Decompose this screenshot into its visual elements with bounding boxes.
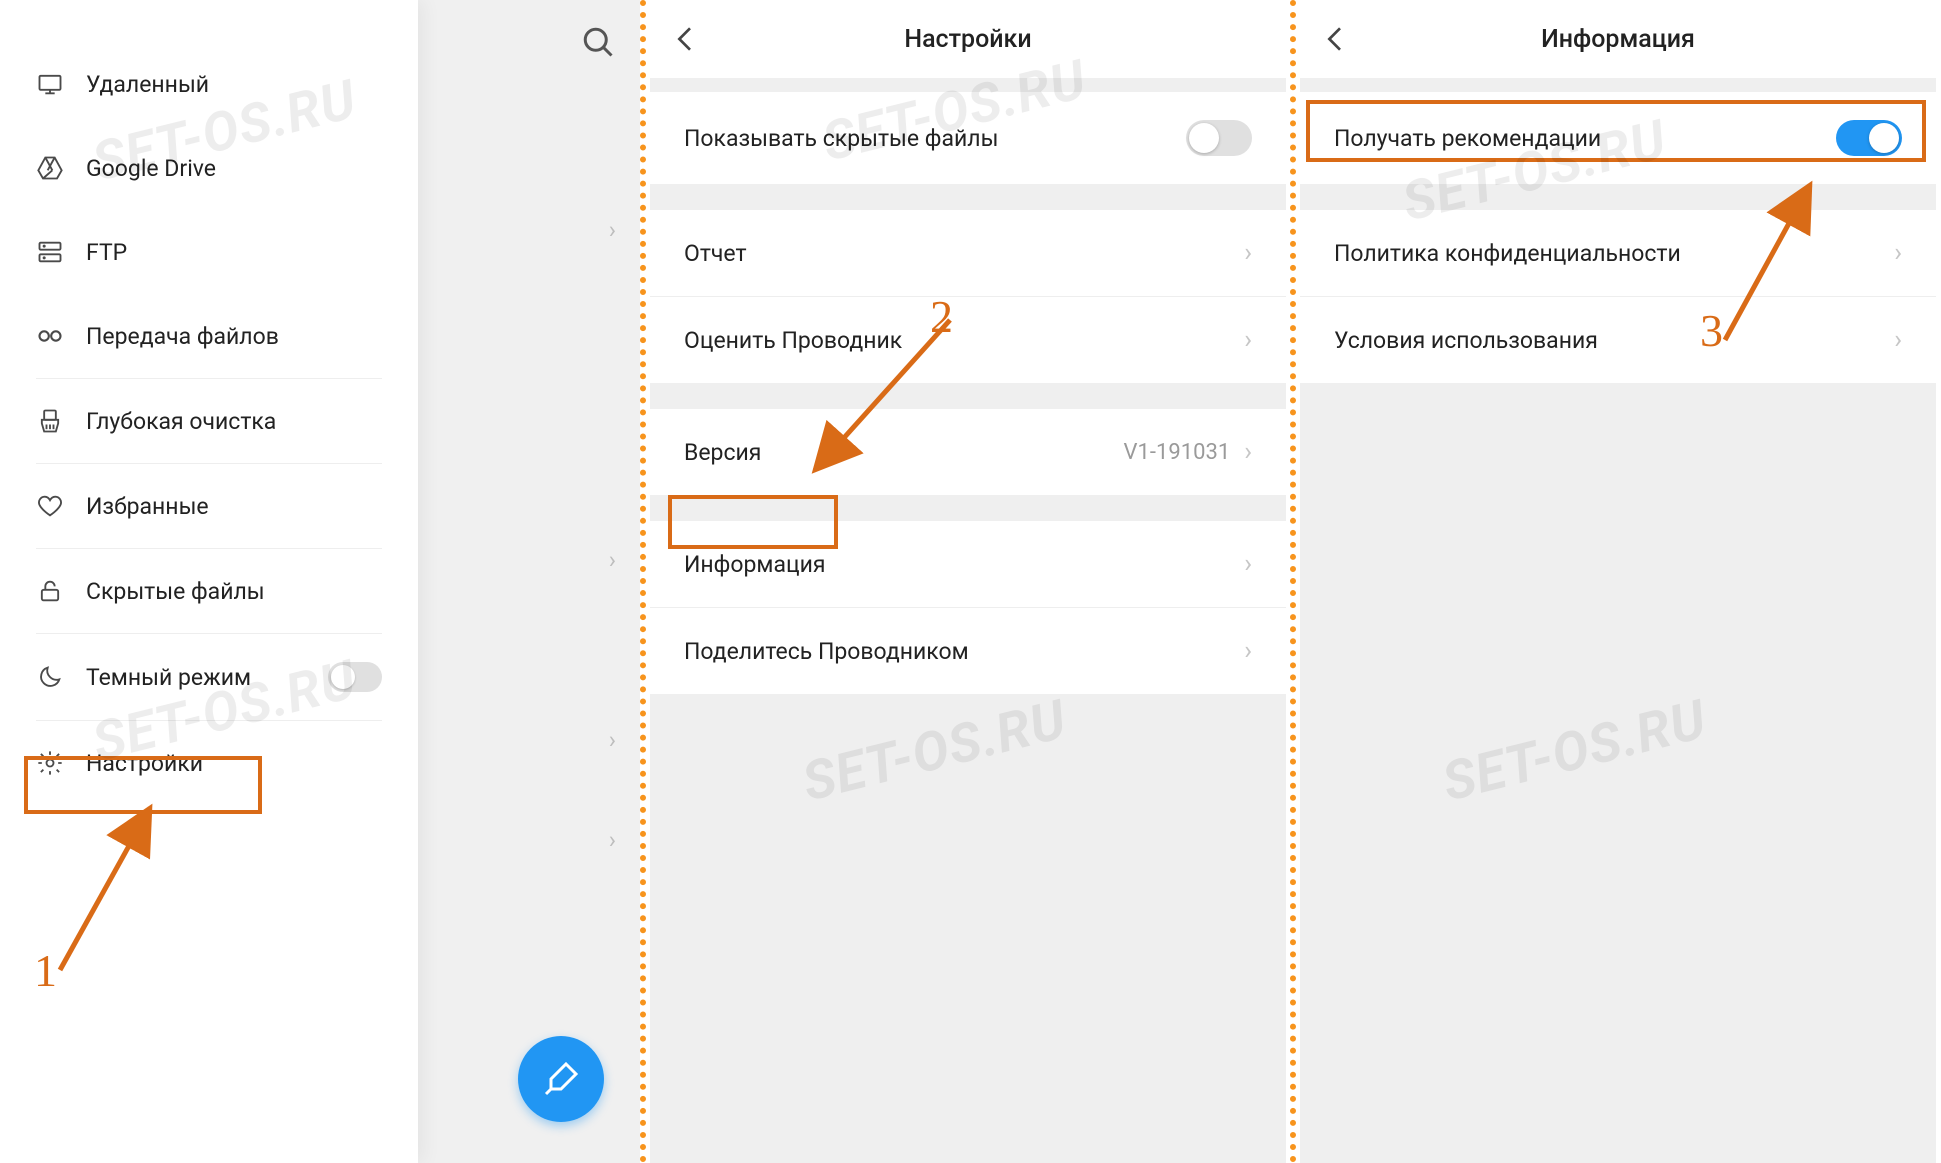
- drawer-item-label: Скрытые файлы: [86, 578, 382, 605]
- drawer-item-label: Удаленный: [86, 71, 382, 98]
- drawer-item-dark-mode[interactable]: Темный режим: [0, 634, 418, 720]
- divider-1: [640, 0, 646, 1163]
- drawer-item-hidden-files[interactable]: Скрытые файлы: [0, 549, 418, 633]
- drawer-item-label: Глубокая очистка: [86, 408, 382, 435]
- moon-icon: [36, 663, 64, 691]
- remote-icon: [36, 70, 64, 98]
- drawer-item-label: Настройки: [86, 750, 382, 777]
- drawer-item-label: FTP: [86, 239, 382, 266]
- cleanup-fab[interactable]: [518, 1036, 604, 1122]
- gdrive-icon: [36, 154, 64, 182]
- chevron-right-icon: ›: [1244, 437, 1252, 467]
- row-share[interactable]: Поделитесь Проводником ›: [650, 607, 1286, 694]
- panel-settings: Настройки Показывать скрытые файлы Отчет…: [650, 0, 1286, 1163]
- row-label: Отчет: [684, 240, 1244, 267]
- drawer-item-transfer[interactable]: Передача файлов: [0, 294, 418, 378]
- gear-icon: [36, 749, 64, 777]
- drawer-item-label: Избранные: [86, 493, 382, 520]
- chevron-right-icon: ›: [1244, 325, 1252, 355]
- recommendations-toggle[interactable]: [1836, 120, 1902, 156]
- page-title: Информация: [1300, 25, 1936, 54]
- list-item[interactable]: ›: [436, 510, 640, 610]
- back-icon[interactable]: [670, 23, 702, 55]
- chevron-right-icon: ›: [609, 216, 616, 244]
- list-item[interactable]: ›: [436, 790, 640, 890]
- row-value: V1-191031: [1124, 440, 1231, 465]
- chevron-right-icon: ›: [1894, 325, 1902, 355]
- row-label: Информация: [684, 551, 1244, 578]
- page-title: Настройки: [650, 25, 1286, 54]
- annotation-arrow-3: [1700, 170, 1880, 370]
- row-show-hidden[interactable]: Показывать скрытые файлы: [650, 92, 1286, 184]
- transfer-icon: [36, 322, 64, 350]
- drawer-item-favorites[interactable]: Избранные: [0, 464, 418, 548]
- list-item[interactable]: ›: [436, 690, 640, 790]
- drawer-item-label: Google Drive: [86, 155, 382, 182]
- drawer-item-ftp[interactable]: FTP: [0, 210, 418, 294]
- chevron-right-icon: ›: [609, 726, 616, 754]
- annotation-arrow-1: [40, 790, 200, 990]
- drawer-item-label: Передача файлов: [86, 323, 382, 350]
- drawer-item-label: Темный режим: [86, 664, 328, 691]
- chevron-right-icon: ›: [609, 826, 616, 854]
- lock-icon: [36, 577, 64, 605]
- chevron-right-icon: ›: [1244, 238, 1252, 268]
- chevron-right-icon: ›: [1894, 238, 1902, 268]
- underlying-list: › › › ›: [436, 80, 640, 1140]
- step-number-1: 1: [34, 944, 57, 997]
- drawer-item-deep-clean[interactable]: Глубокая очистка: [0, 379, 418, 463]
- chevron-right-icon: ›: [609, 546, 616, 574]
- heart-icon: [36, 492, 64, 520]
- drawer-item-remote[interactable]: Удаленный: [0, 42, 418, 126]
- dark-mode-toggle[interactable]: [328, 662, 382, 692]
- divider-2: [1290, 0, 1296, 1163]
- drawer-item-google-drive[interactable]: Google Drive: [0, 126, 418, 210]
- row-report[interactable]: Отчет ›: [650, 210, 1286, 296]
- panel-header: Информация: [1300, 0, 1936, 78]
- list-item[interactable]: ›: [436, 180, 640, 280]
- panel-header: Настройки: [650, 0, 1286, 78]
- row-label: Поделитесь Проводником: [684, 638, 1244, 665]
- row-label: Показывать скрытые файлы: [684, 125, 1186, 152]
- row-label: Получать рекомендации: [1334, 125, 1836, 152]
- annotation-arrow-2: [790, 300, 990, 500]
- show-hidden-toggle[interactable]: [1186, 120, 1252, 156]
- ftp-icon: [36, 238, 64, 266]
- row-information[interactable]: Информация ›: [650, 521, 1286, 607]
- clean-icon: [36, 407, 64, 435]
- back-icon[interactable]: [1320, 23, 1352, 55]
- brush-icon: [541, 1059, 581, 1099]
- chevron-right-icon: ›: [1244, 549, 1252, 579]
- chevron-right-icon: ›: [1244, 636, 1252, 666]
- step-number-2: 2: [930, 290, 953, 343]
- step-number-3: 3: [1700, 304, 1723, 357]
- search-icon[interactable]: [580, 24, 616, 60]
